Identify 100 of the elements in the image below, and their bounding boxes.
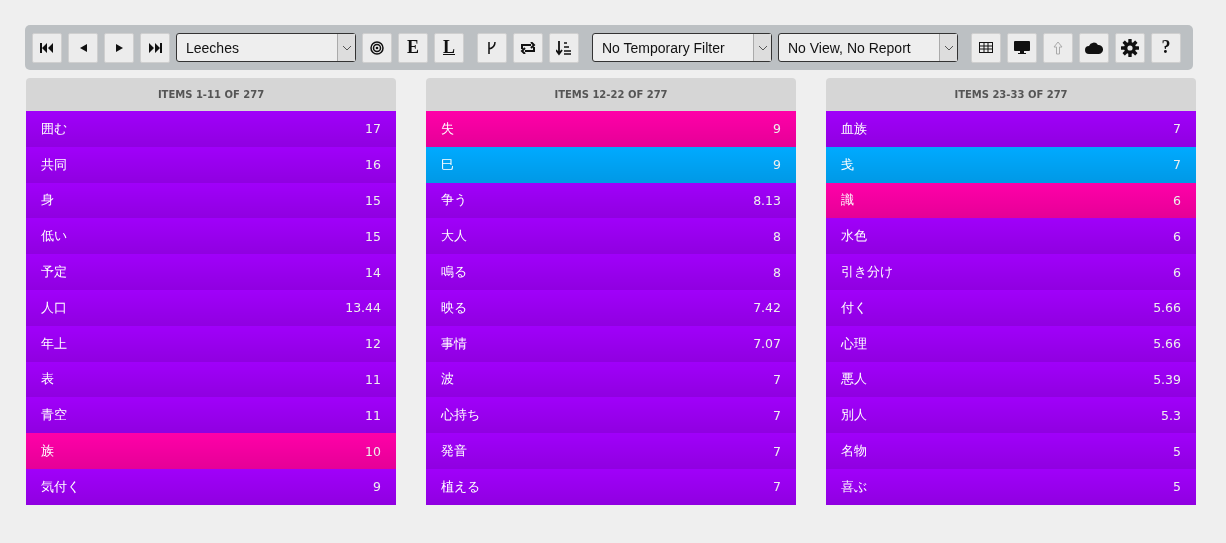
list-row[interactable]: 識 6 [826,182,1196,219]
word-label: 引き分け [841,263,893,282]
list-row[interactable]: 青空 11 [26,397,396,434]
filter-select[interactable]: No Temporary Filter [592,33,772,62]
score-label: 9 [773,157,781,173]
score-label: 13.44 [345,300,381,316]
format-button[interactable]: L [434,32,464,63]
list-row[interactable]: 血族 7 [826,111,1196,147]
help-button[interactable]: ? [1151,32,1181,63]
word-label: 喜ぶ [841,477,867,496]
list-row[interactable]: 事情 7.07 [426,325,796,362]
target-button[interactable] [362,32,392,63]
word-label: 大人 [441,227,467,246]
cloud-button[interactable] [1079,32,1109,63]
list-row[interactable]: 水色 6 [826,218,1196,255]
word-label: 血族 [841,119,867,138]
list-row[interactable]: 族 10 [26,433,396,469]
word-label: 表 [41,370,54,389]
word-label: 戋 [841,155,854,174]
chevron-down-icon [341,44,352,51]
list-row[interactable]: 失 9 [426,111,796,147]
target-icon [370,40,384,55]
word-label: 水色 [841,227,867,246]
score-label: 5 [1173,443,1181,459]
word-label: 年上 [41,334,67,353]
list-row[interactable]: 喜ぶ 5 [826,468,1196,505]
view-select[interactable]: No View, No Report [778,33,958,62]
settings-button[interactable] [1115,32,1145,63]
chevron-down-icon [757,44,768,51]
score-label: 11 [365,371,381,387]
list-row[interactable]: 付く 5.66 [826,290,1196,326]
table-button[interactable] [971,32,1001,63]
repeat-icon [520,41,536,54]
score-label: 7.07 [753,336,781,352]
left-triangle-icon [78,42,88,53]
skip-forward-icon [148,42,162,53]
cloud-icon [1085,41,1103,54]
format-button[interactable]: E [398,32,428,63]
list-row[interactable]: 悪人 5.39 [826,361,1196,398]
word-label: 共同 [41,155,67,174]
list-row[interactable]: 鳴る 8 [426,254,796,290]
monitor-button[interactable] [1007,32,1037,63]
list-row[interactable]: 低い 15 [26,218,396,255]
first-button[interactable] [32,32,62,63]
word-label: 予定 [41,263,67,282]
word-label: 悪人 [841,370,867,389]
list-row[interactable]: 波 7 [426,361,796,398]
word-label: 心持ち [441,406,480,425]
previous-button[interactable] [68,32,98,63]
column-header: ITEMS 12-22 OF 277 [426,78,796,111]
word-label: 事情 [441,334,467,353]
word-label: 族 [41,442,54,461]
word-label: 失 [441,119,454,138]
score-label: 11 [365,407,381,423]
sort-icon [556,39,572,56]
list-row[interactable]: 植える 7 [426,468,796,505]
repeat-button[interactable] [513,32,543,63]
list-row[interactable]: 大人 8 [426,218,796,255]
list-row[interactable]: 映る 7.42 [426,290,796,326]
word-label: 名物 [841,442,867,461]
score-label: 10 [365,443,381,459]
list-row[interactable]: 身 15 [26,182,396,219]
list-row[interactable]: 囲む 17 [26,111,396,147]
list-row[interactable]: 争う 8.13 [426,182,796,219]
word-label: 争う [441,191,467,210]
fork-icon [487,39,497,56]
list-row[interactable]: 名物 5 [826,433,1196,469]
record-select[interactable]: Leeches [176,33,356,62]
list-row[interactable]: 共同 16 [26,146,396,183]
list-row[interactable]: 引き分け 6 [826,254,1196,290]
score-label: 6 [1173,193,1181,208]
score-label: 7 [773,371,781,387]
next-button[interactable] [104,32,134,63]
list-row[interactable]: 心理 5.66 [826,325,1196,362]
score-label: 5 [1173,479,1181,495]
list-row[interactable]: 心持ち 7 [426,397,796,434]
score-label: 16 [365,157,381,173]
word-label: 身 [41,191,54,210]
list-row[interactable]: 別人 5.3 [826,397,1196,434]
list-row[interactable]: 発音 7 [426,433,796,469]
monitor-icon [1014,40,1030,55]
list-row[interactable]: 年上 12 [26,325,396,362]
list-row[interactable]: 人口 13.44 [26,290,396,326]
score-label: 7 [773,443,781,459]
score-label: 5.66 [1153,336,1181,352]
fork-button[interactable] [477,32,507,63]
list-row[interactable]: 気付く 9 [26,468,396,505]
last-button[interactable] [140,32,170,63]
word-label: 映る [441,298,467,317]
right-triangle-icon [114,42,124,53]
score-label: 5.39 [1153,371,1181,387]
word-label: 別人 [841,406,867,425]
score-label: 7 [1173,121,1181,137]
list-row[interactable]: 予定 14 [26,254,396,290]
word-label: 鳴る [441,263,467,282]
table-icon [979,42,993,53]
word-label: 識 [841,191,854,210]
score-label: 6 [1173,264,1181,280]
sort-button[interactable] [549,32,579,63]
list-row[interactable]: 表 11 [26,361,396,398]
